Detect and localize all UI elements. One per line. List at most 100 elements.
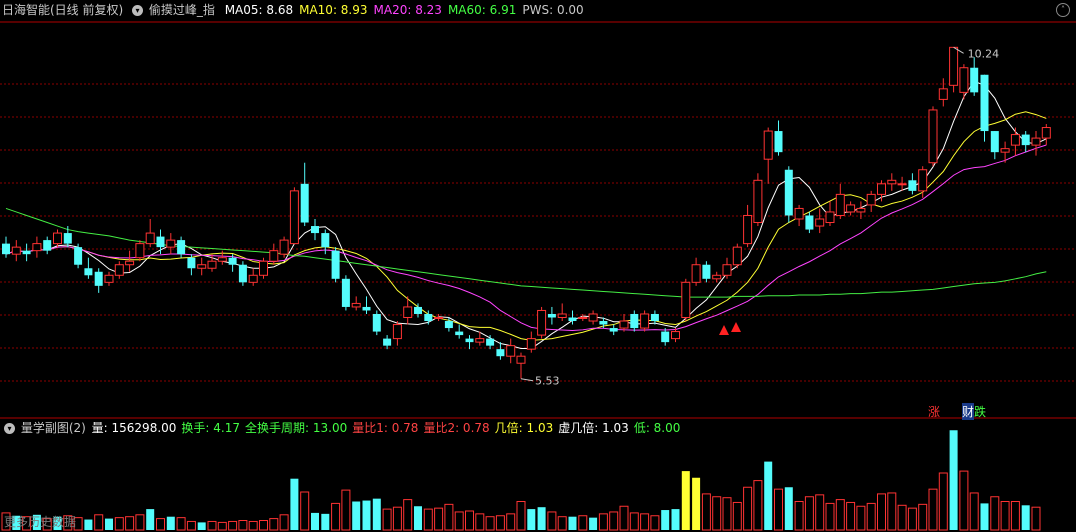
candle-body [650, 313, 659, 322]
candle-body [856, 207, 866, 213]
volume-bar [516, 501, 526, 531]
volume-bar [269, 518, 279, 531]
volume-bar [629, 512, 639, 531]
candle-body [269, 250, 279, 262]
volume-bar [197, 522, 206, 530]
candle-body [496, 349, 505, 357]
ma5-line [5, 80, 1047, 349]
ma60-line [5, 207, 1047, 298]
volume-bar [598, 513, 608, 531]
volume-bar [661, 510, 670, 530]
candle-body [331, 250, 340, 279]
volume-bar [279, 514, 289, 531]
candle-body [392, 324, 402, 340]
candle-body [53, 232, 62, 245]
volume-bar [146, 509, 155, 530]
volume-bar [444, 503, 454, 531]
subchart-menu-icon[interactable]: ▾ [4, 423, 15, 434]
candle-body [897, 183, 907, 186]
subchart-value: 量比2: 0.78 [423, 421, 490, 435]
candle-body [702, 264, 711, 279]
volume-bar [1031, 506, 1041, 531]
volume-bar [475, 513, 485, 531]
candle-body [681, 281, 691, 319]
volume-bar [166, 516, 175, 530]
volume-bar [681, 471, 690, 530]
candle-body [300, 183, 309, 223]
volume-bar [341, 489, 351, 531]
candle-body [743, 214, 753, 245]
indicator-value: MA60: 6.91 [447, 3, 517, 17]
volume-bar [434, 507, 444, 531]
candle-body [526, 338, 536, 350]
candle-body [228, 257, 237, 265]
candle-body [351, 302, 361, 308]
volume-bar [877, 493, 886, 531]
moving-averages [5, 80, 1047, 349]
volume-bar [382, 508, 392, 531]
candle-body [794, 207, 804, 220]
subchart-values: 量: 156298.00 换手: 4.17 全换手周期: 13.00 量比1: 0.7… [92, 421, 686, 435]
volume-bar [311, 512, 319, 530]
candle-body [289, 190, 299, 245]
indicator-value: MA20: 8.23 [373, 3, 442, 17]
subchart-value: 全换手周期: 13.00 [245, 421, 348, 435]
candle-body [22, 250, 31, 255]
volume-bar [321, 513, 330, 530]
candle-body [547, 313, 556, 318]
history-watermark[interactable]: 更多历史数据 [4, 513, 76, 530]
tag-zhang[interactable]: 涨 [928, 403, 940, 420]
volume-bar [949, 430, 958, 530]
candle-body [207, 260, 217, 269]
candle-body [609, 328, 618, 332]
volume-bar [423, 508, 433, 531]
candle-body [238, 264, 247, 283]
candle-body [11, 246, 21, 255]
volume-bar [568, 516, 577, 530]
candle-body [990, 131, 999, 153]
candle-body [455, 331, 464, 336]
indicator-name[interactable]: 偷摸过峰_指 [149, 3, 215, 17]
volume-bar [454, 511, 464, 531]
volume-bar [650, 515, 660, 531]
volume-bar [238, 520, 248, 531]
volume-bar [372, 498, 381, 530]
candle-body [732, 246, 742, 266]
volume-bar [722, 497, 732, 531]
candle-body [908, 180, 917, 191]
price-grid [0, 21, 1076, 419]
candle-body [835, 193, 845, 216]
volume-bar [969, 492, 979, 531]
volume-bar [701, 493, 711, 531]
volume-bar [1021, 505, 1030, 530]
candle-body [784, 169, 793, 216]
candle-body [465, 338, 474, 343]
candle-body [1041, 127, 1051, 139]
candle-body [722, 264, 732, 276]
candle-body [825, 211, 835, 224]
volume-bar [1010, 501, 1020, 531]
ma10-line [5, 111, 1047, 341]
candle-body [321, 233, 330, 248]
volume-bar [125, 516, 135, 531]
collapse-icon[interactable]: ˄ [1056, 3, 1070, 17]
indicator-menu-icon[interactable]: ▾ [132, 5, 144, 16]
tag-cai[interactable]: 财 [962, 403, 975, 420]
volume-bar [300, 491, 310, 531]
candle-body [753, 179, 763, 224]
volume-bar [403, 499, 413, 531]
candle-body [84, 268, 93, 276]
subchart-title[interactable]: 量学副图(2) [21, 421, 86, 435]
low-pointer [520, 378, 534, 382]
candle-body [1000, 148, 1010, 153]
tag-die[interactable]: 跌 [974, 403, 986, 420]
subchart-value: 低: 8.00 [633, 421, 681, 435]
candle-body [114, 264, 124, 276]
candle-body [125, 260, 135, 266]
volume-bar [732, 501, 742, 531]
volume-bar [186, 520, 196, 531]
candle-body [424, 313, 433, 322]
candle-body [980, 74, 989, 132]
candle-body [187, 257, 196, 269]
candle-body [486, 338, 495, 346]
